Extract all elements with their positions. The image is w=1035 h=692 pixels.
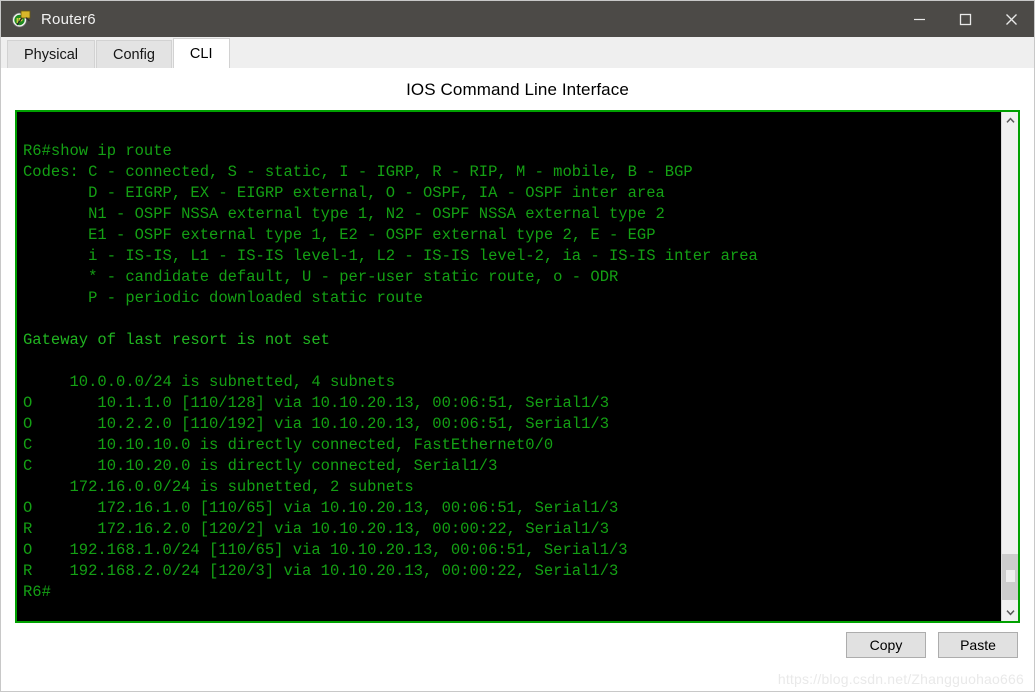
scroll-down-button[interactable] bbox=[1002, 604, 1018, 621]
terminal-line: O 10.2.2.0 [110/192] via 10.10.20.13, 00… bbox=[23, 415, 609, 433]
tab-cli[interactable]: CLI bbox=[172, 38, 230, 68]
tab-strip: Physical Config CLI bbox=[1, 37, 1034, 69]
terminal-scrollbar[interactable] bbox=[1001, 112, 1018, 621]
close-icon bbox=[1005, 13, 1017, 25]
terminal-button-bar: Copy Paste bbox=[1, 623, 1034, 658]
terminal-line: * - candidate default, U - per-user stat… bbox=[23, 268, 619, 286]
scroll-thumb[interactable] bbox=[1002, 554, 1018, 600]
cli-panel: IOS Command Line Interface R6#show ip ro… bbox=[1, 69, 1034, 691]
router-icon: IP bbox=[11, 8, 33, 30]
scroll-up-button[interactable] bbox=[1002, 112, 1018, 129]
minimize-button[interactable] bbox=[896, 1, 942, 37]
terminal-line: D - EIGRP, EX - EIGRP external, O - OSPF… bbox=[23, 184, 665, 202]
minimize-icon bbox=[913, 18, 925, 20]
copy-button[interactable]: Copy bbox=[846, 632, 926, 658]
terminal-line: 10.0.0.0/24 is subnetted, 4 subnets bbox=[23, 373, 396, 391]
chevron-up-icon bbox=[1005, 117, 1015, 123]
chevron-down-icon bbox=[1005, 610, 1015, 616]
tab-physical[interactable]: Physical bbox=[7, 40, 95, 68]
page-title: IOS Command Line Interface bbox=[406, 80, 629, 99]
terminal-line: R 192.168.2.0/24 [120/3] via 10.10.20.13… bbox=[23, 562, 619, 580]
router-cli-window: IP Router6 Physical Confi bbox=[0, 0, 1035, 692]
window-title: Router6 bbox=[41, 10, 96, 28]
terminal-line: R 172.16.2.0 [120/2] via 10.10.20.13, 00… bbox=[23, 520, 609, 538]
terminal-line: P - periodic downloaded static route bbox=[23, 289, 423, 307]
terminal-line: R6#show ip route bbox=[23, 142, 172, 160]
title-bar[interactable]: IP Router6 bbox=[1, 1, 1034, 37]
terminal-container: R6#show ip route Codes: C - connected, S … bbox=[15, 110, 1020, 623]
close-button[interactable] bbox=[988, 1, 1034, 37]
maximize-icon bbox=[959, 13, 971, 25]
terminal-line: O 192.168.1.0/24 [110/65] via 10.10.20.1… bbox=[23, 541, 628, 559]
scroll-thumb-grip bbox=[1006, 570, 1015, 582]
terminal-line: i - IS-IS, L1 - IS-IS level-1, L2 - IS-I… bbox=[23, 247, 758, 265]
terminal-output[interactable]: R6#show ip route Codes: C - connected, S … bbox=[17, 112, 1001, 621]
paste-button[interactable]: Paste bbox=[938, 632, 1018, 658]
tab-config[interactable]: Config bbox=[96, 40, 172, 68]
terminal-line: O 172.16.1.0 [110/65] via 10.10.20.13, 0… bbox=[23, 499, 619, 517]
terminal-line: R6# bbox=[23, 583, 51, 601]
terminal-line: Gateway of last resort is not set bbox=[23, 331, 330, 349]
terminal-line: C 10.10.10.0 is directly connected, Fast… bbox=[23, 436, 554, 454]
terminal-line: N1 - OSPF NSSA external type 1, N2 - OSP… bbox=[23, 205, 665, 223]
watermark: https://blog.csdn.net/Zhangguohao666 bbox=[777, 671, 1024, 687]
terminal-line: C 10.10.20.0 is directly connected, Seri… bbox=[23, 457, 498, 475]
terminal-line: 172.16.0.0/24 is subnetted, 2 subnets bbox=[23, 478, 414, 496]
maximize-button[interactable] bbox=[942, 1, 988, 37]
terminal-line: Codes: C - connected, S - static, I - IG… bbox=[23, 163, 693, 181]
terminal-line: E1 - OSPF external type 1, E2 - OSPF ext… bbox=[23, 226, 656, 244]
terminal-line: O 10.1.1.0 [110/128] via 10.10.20.13, 00… bbox=[23, 394, 609, 412]
scroll-track[interactable] bbox=[1002, 129, 1018, 604]
